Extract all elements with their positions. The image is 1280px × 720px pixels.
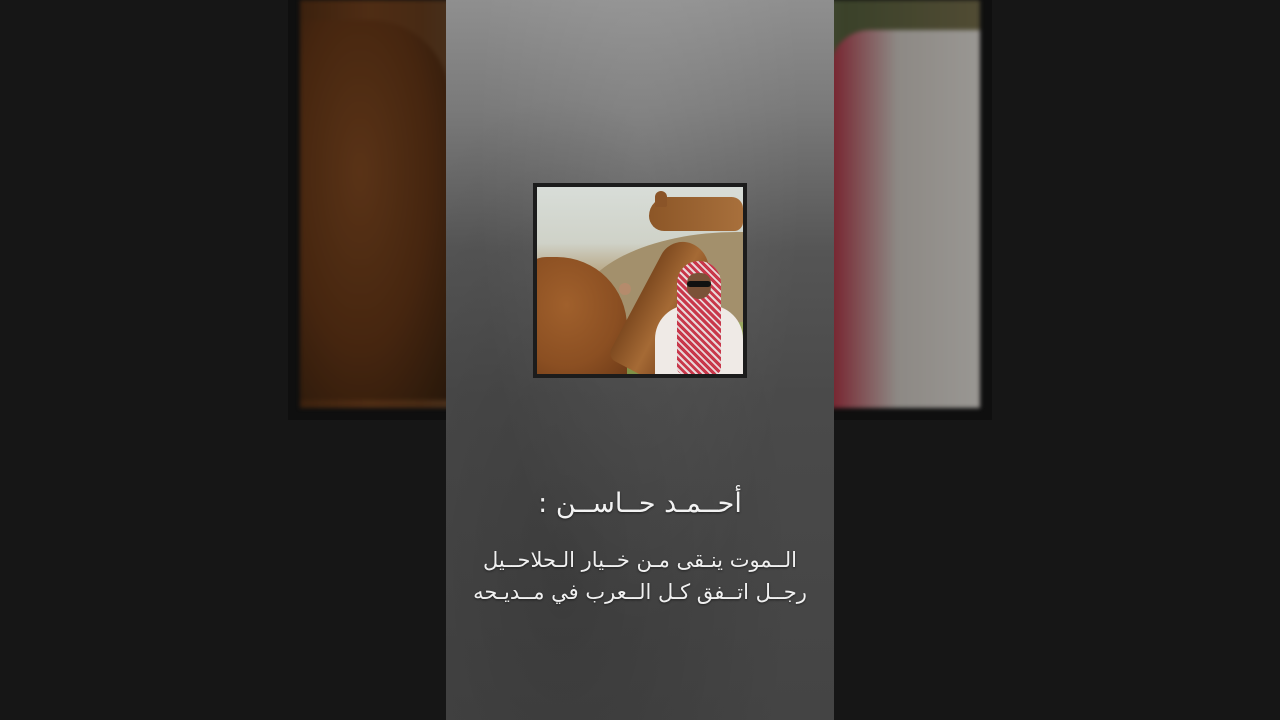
person-hand	[619, 283, 631, 295]
photo-frame	[533, 183, 747, 378]
verse-line-2: رجــل اتــفق كـل الــعرب في مــديـحه	[473, 580, 807, 604]
person-sunglasses	[687, 281, 711, 287]
camel-ear	[655, 191, 667, 207]
man-with-camel-photo	[537, 187, 743, 374]
poet-name: أحــمـد حــاســن :	[538, 488, 742, 519]
verse-line-1: الــموت ينـقى مـن خــيار الـحلاحــيل	[482, 548, 797, 572]
